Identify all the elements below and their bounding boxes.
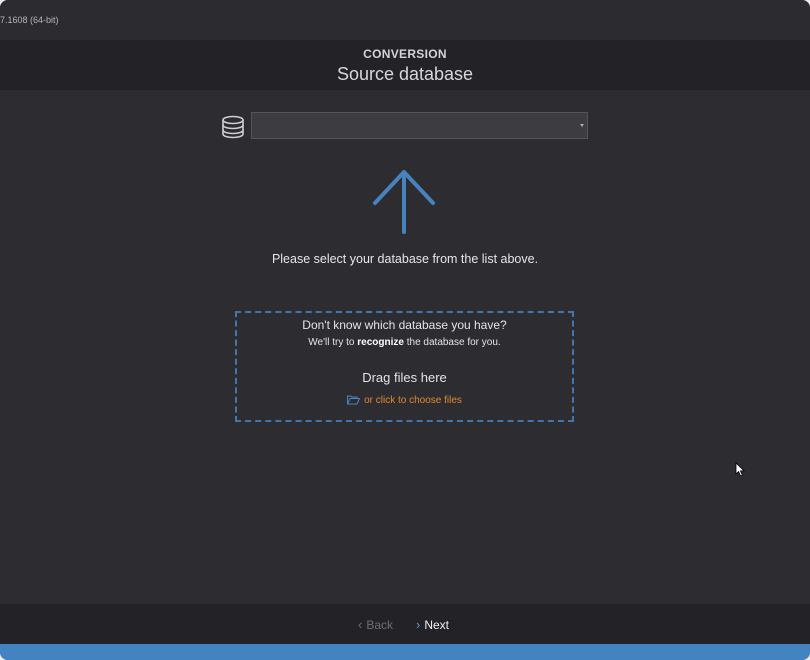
status-bar (0, 644, 810, 660)
main-content: Please select your database from the lis… (0, 90, 810, 604)
title-bar: 7.1608 (64-bit) (0, 0, 810, 40)
back-label: Back (366, 618, 394, 632)
file-dropzone[interactable]: Don't know which database you have? We'l… (235, 311, 574, 422)
choose-files-link[interactable]: or click to choose files (237, 395, 572, 406)
caret-down-icon (580, 124, 584, 127)
wizard-footer: ‹ Back › Next (0, 604, 810, 644)
version-label: 7.1608 (64-bit) (0, 15, 59, 25)
chevron-right-icon: › (416, 617, 421, 632)
chevron-left-icon: ‹ (358, 617, 363, 632)
database-select[interactable] (251, 112, 588, 139)
dropzone-subtitle-start: We'll try to (308, 337, 358, 348)
dropzone-subtitle: We'll try to recognize the database for … (237, 337, 572, 348)
arrow-up-icon (373, 170, 435, 234)
select-hint: Please select your database from the lis… (271, 252, 539, 266)
next-button[interactable]: › Next (416, 617, 449, 632)
next-label: Next (424, 618, 450, 632)
page-title: Source database (336, 64, 474, 84)
drag-files-label: Drag files here (362, 370, 447, 385)
back-button[interactable]: ‹ Back (358, 617, 393, 632)
page-header: CONVERSION Source database (0, 40, 810, 90)
database-icon (222, 115, 244, 139)
app-window: 7.1608 (64-bit) CONVERSION Source databa… (0, 0, 810, 660)
dropzone-question: Don't know which database you have? (302, 318, 507, 332)
folder-open-icon (347, 395, 361, 405)
dropzone-subtitle-bold: recognize (357, 337, 404, 348)
mouse-cursor-icon (735, 462, 745, 477)
choose-files-label: or click to choose files (364, 395, 462, 406)
step-label: CONVERSION (363, 47, 447, 61)
dropzone-subtitle-end: the database for you. (403, 337, 501, 348)
